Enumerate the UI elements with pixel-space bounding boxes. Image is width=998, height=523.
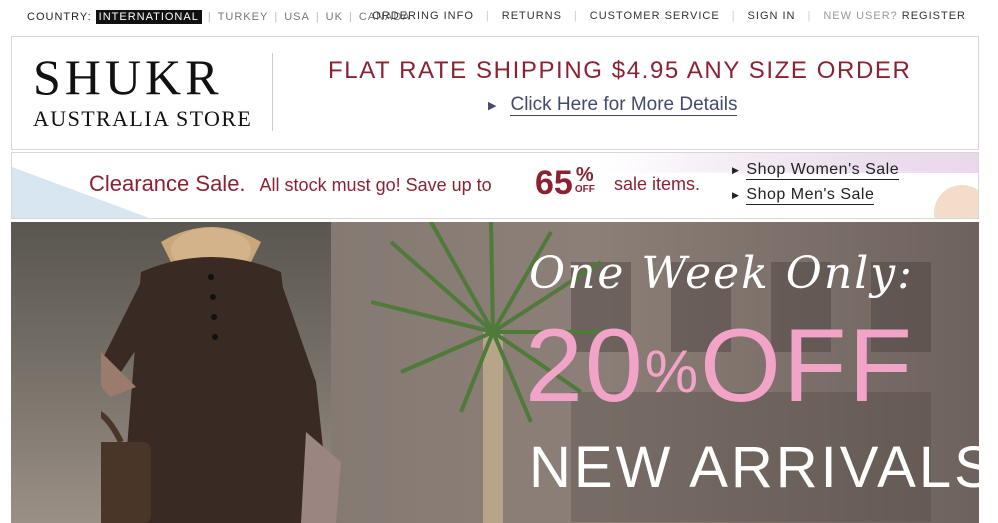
sale-links: ▶ Shop Women's Sale ▶ Shop Men's Sale [732, 161, 900, 211]
sale-items-text: sale items. [614, 174, 701, 194]
off-label: OFF [574, 184, 595, 195]
separator: | [274, 11, 279, 23]
separator: | [207, 11, 212, 23]
hero-discount-value: 20 [525, 308, 645, 424]
returns-link[interactable]: RETURNS [502, 10, 562, 22]
separator: | [573, 10, 578, 22]
arrow-right-icon: ▶ [732, 165, 740, 175]
clearance-banner: Clearance Sale. All stock must go! Save … [11, 152, 979, 219]
register-link[interactable]: REGISTER [902, 10, 966, 22]
header: SHUKR AUSTRALIA STORE FLAT RATE SHIPPING… [11, 36, 979, 150]
hero-discount-word: OFF [700, 308, 914, 424]
country-uk[interactable]: UK [326, 11, 343, 23]
clearance-title: Clearance Sale. [89, 171, 246, 196]
header-divider [272, 53, 273, 131]
arrow-right-icon: ▶ [732, 190, 740, 200]
percent-symbol: % [575, 164, 594, 186]
hero-discount-symbol: % [644, 338, 701, 405]
hero-tagline: One Week Only: [529, 248, 914, 299]
top-bar: COUNTRY: INTERNATIONAL | TURKEY | USA | … [0, 0, 998, 34]
hero-text: One Week Only: 20%OFF NEW ARRIVALS [11, 222, 979, 523]
more-details-text: Click Here for More Details [510, 94, 738, 116]
banner-decoration [934, 185, 978, 218]
hero-headline: NEW ARRIVALS [529, 435, 979, 500]
shop-womens-sale-link[interactable]: ▶ Shop Women's Sale [732, 161, 900, 180]
arrow-right-icon: ▶ [488, 100, 497, 112]
separator: | [807, 10, 812, 22]
clearance-text: Clearance Sale. All stock must go! Save … [89, 171, 492, 197]
hero-banner[interactable]: One Week Only: 20%OFF NEW ARRIVALS [11, 222, 979, 523]
percent-symbol-group: % OFF [575, 165, 595, 195]
shop-mens-sale-link[interactable]: ▶ Shop Men's Sale [732, 186, 899, 205]
country-usa[interactable]: USA [284, 11, 310, 23]
shop-womens-sale-text: Shop Women's Sale [746, 161, 900, 180]
country-turkey[interactable]: TURKEY [218, 11, 269, 23]
country-label: COUNTRY: [27, 11, 92, 23]
country-selector: COUNTRY: INTERNATIONAL | TURKEY | USA | … [27, 10, 411, 24]
sign-in-link[interactable]: SIGN IN [748, 10, 796, 22]
store-logo[interactable]: SHUKR AUSTRALIA STORE [33, 51, 252, 131]
shipping-banner: FLAT RATE SHIPPING $4.95 ANY SIZE ORDER [328, 57, 912, 84]
clearance-percent: 65 % OFF [535, 165, 595, 201]
separator: | [485, 10, 490, 22]
separator: | [348, 11, 353, 23]
logo-brand: SHUKR [33, 49, 223, 105]
customer-service-link[interactable]: CUSTOMER SERVICE [590, 10, 720, 22]
top-links: ORDERING INFO | RETURNS | CUSTOMER SERVI… [372, 10, 966, 22]
hero-discount: 20%OFF [525, 314, 914, 418]
percent-value: 65 [535, 164, 573, 202]
more-details-link[interactable]: ▶ Click Here for More Details [488, 94, 738, 116]
separator: | [731, 10, 736, 22]
ordering-info-link[interactable]: ORDERING INFO [372, 10, 474, 22]
separator: | [315, 11, 320, 23]
shop-mens-sale-text: Shop Men's Sale [746, 186, 875, 205]
logo-store-name: AUSTRALIA STORE [33, 106, 253, 131]
country-international[interactable]: INTERNATIONAL [95, 10, 202, 24]
new-user-label: NEW USER? [823, 10, 898, 22]
clearance-subtitle: All stock must go! Save up to [259, 175, 492, 195]
